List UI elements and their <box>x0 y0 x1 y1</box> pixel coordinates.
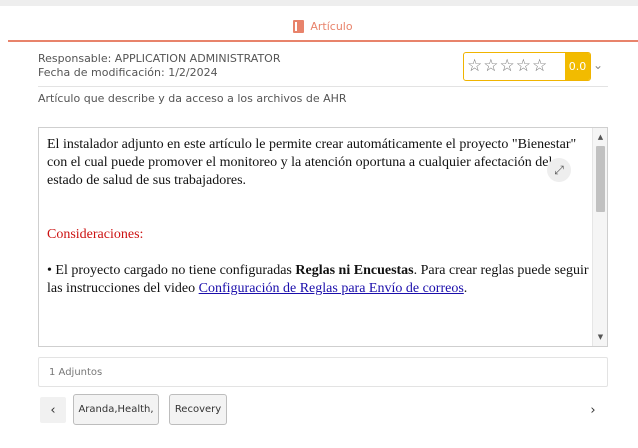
scroll-up-arrow-icon[interactable]: ▲ <box>593 130 607 144</box>
chevron-right-icon[interactable]: › <box>580 397 606 423</box>
bullet-text-start: • El proyecto cargado no tiene configura… <box>47 263 296 278</box>
bullet-text-end: . <box>463 281 468 296</box>
chevron-down-icon[interactable]: ⌄ <box>593 58 603 72</box>
star-icon-3[interactable]: ☆ <box>500 58 515 75</box>
top-strip <box>0 0 638 6</box>
bullet-paragraph: • El proyecto cargado no tiene configura… <box>47 262 589 298</box>
article-body: El instalador adjunto en este artículo l… <box>47 136 589 298</box>
tag-chip[interactable]: Recovery <box>169 394 227 425</box>
star-icon-1[interactable]: ☆ <box>467 58 482 75</box>
star-icon-2[interactable]: ☆ <box>483 58 498 75</box>
chevron-left-icon[interactable]: ‹ <box>40 397 66 423</box>
intro-paragraph: El instalador adjunto en este artículo l… <box>47 137 577 188</box>
article-meta: Responsable: APPLICATION ADMINISTRATOR F… <box>38 52 280 80</box>
article-description: Artículo que describe y da acceso a los … <box>38 92 347 105</box>
rating-stars[interactable]: ☆ ☆ ☆ ☆ ☆ <box>464 53 547 80</box>
rating-widget[interactable]: ☆ ☆ ☆ ☆ ☆ 0.0 <box>463 52 591 81</box>
rules-video-link[interactable]: Configuración de Reglas para Envío de co… <box>199 281 464 296</box>
attachments-box[interactable]: 1 Adjuntos <box>38 357 608 387</box>
considerations-heading: Consideraciones: <box>47 227 144 242</box>
content-scrollbar[interactable]: ▲ ▼ <box>592 128 607 346</box>
article-header: Artículo <box>8 12 638 42</box>
tag-chip[interactable]: Aranda,Health, <box>73 394 159 425</box>
rating-score: 0.0 <box>565 53 590 80</box>
book-icon <box>293 19 305 33</box>
star-icon-4[interactable]: ☆ <box>516 58 531 75</box>
attachments-count-label: 1 Adjuntos <box>49 366 103 378</box>
scrollbar-thumb[interactable] <box>596 146 605 212</box>
responsible-label: Responsable: APPLICATION ADMINISTRATOR <box>38 52 281 65</box>
star-icon-5[interactable]: ☆ <box>532 58 547 75</box>
bullet-bold-text: Reglas ni Encuestas <box>295 263 414 278</box>
article-content-viewer[interactable]: El instalador adjunto en este artículo l… <box>38 127 608 347</box>
modified-date-label: Fecha de modificación: 1/2/2024 <box>38 66 218 79</box>
scroll-down-arrow-icon[interactable]: ▼ <box>593 330 607 344</box>
article-title: Artículo <box>310 19 353 33</box>
divider <box>38 86 608 87</box>
expand-icon[interactable]: ⤢ <box>547 158 571 182</box>
